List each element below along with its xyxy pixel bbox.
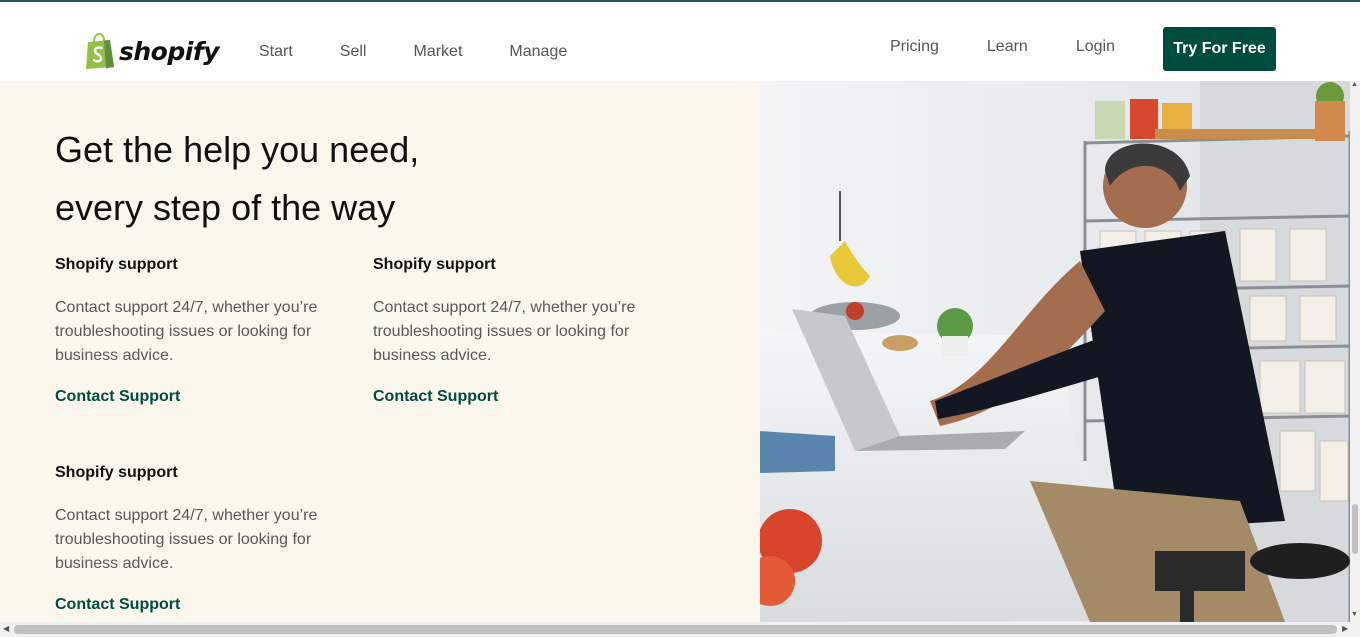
vertical-scroll-thumb[interactable]	[1352, 504, 1358, 554]
card-body: Contact support 24/7, whether you’re tro…	[55, 507, 318, 572]
nav-start[interactable]: Start	[259, 43, 293, 61]
page-headline: Get the help you need, every step of the…	[55, 121, 555, 237]
nav-sell[interactable]: Sell	[340, 43, 367, 61]
card-body: Contact support 24/7, whether you’re tro…	[373, 299, 636, 364]
shopify-bag-icon	[86, 33, 114, 69]
horizontal-scroll-thumb[interactable]	[14, 625, 1337, 634]
card-title: Shopify support	[55, 464, 178, 481]
support-card: Shopify support Contact support 24/7, wh…	[55, 256, 345, 406]
hero-photo-illustration	[760, 81, 1351, 622]
horizontal-scrollbar[interactable]: ◀ ▶	[0, 622, 1360, 637]
shopify-logo[interactable]: shopify	[84, 32, 220, 70]
card-title: Shopify support	[373, 256, 496, 273]
nav-market[interactable]: Market	[413, 43, 462, 61]
contact-support-link[interactable]: Contact Support	[55, 596, 345, 614]
nav-manage[interactable]: Manage	[509, 43, 567, 61]
hero-photo	[760, 81, 1351, 622]
page: shopify Start Sell Market Manage Pricing…	[0, 0, 1360, 637]
nav-pricing[interactable]: Pricing	[890, 38, 939, 56]
arrow-up-icon[interactable]: ▲	[1351, 81, 1358, 88]
support-card: Shopify support Contact support 24/7, wh…	[55, 464, 345, 614]
nav-login[interactable]: Login	[1076, 38, 1115, 56]
card-title: Shopify support	[55, 256, 178, 273]
headline-line-1: Get the help you need,	[55, 129, 420, 170]
arrow-down-icon[interactable]: ▼	[1351, 611, 1358, 618]
primary-nav: Start Sell Market Manage	[259, 43, 614, 61]
arrow-right-icon[interactable]: ▶	[1342, 624, 1348, 633]
contact-support-link[interactable]: Contact Support	[373, 388, 663, 406]
vertical-scrollbar[interactable]: ▲ ▼	[1350, 81, 1360, 622]
secondary-nav: Pricing Learn Login	[890, 38, 1163, 56]
arrow-left-icon[interactable]: ◀	[3, 624, 9, 633]
support-card: Shopify support Contact support 24/7, wh…	[373, 256, 663, 406]
headline-line-2: every step of the way	[55, 187, 396, 228]
logo-wordmark: shopify	[119, 36, 220, 66]
site-header: shopify Start Sell Market Manage Pricing…	[0, 2, 1350, 81]
contact-support-link[interactable]: Contact Support	[55, 388, 345, 406]
support-section: Get the help you need, every step of the…	[0, 81, 760, 622]
nav-learn[interactable]: Learn	[987, 38, 1028, 56]
card-body: Contact support 24/7, whether you’re tro…	[55, 299, 318, 364]
try-for-free-button[interactable]: Try For Free	[1163, 27, 1276, 71]
